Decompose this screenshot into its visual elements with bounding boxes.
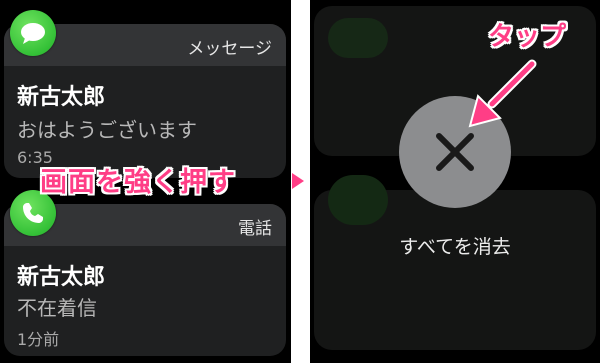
message-app-name: メッセージ [187,39,272,59]
phone-body: 不在着信 [17,296,97,320]
step-arrow-icon [292,173,304,189]
message-body: おはようございます [17,118,197,142]
message-bubble-icon [10,10,56,56]
tap-instruction: タップ [488,22,567,52]
message-sender: 新古太郎 [17,85,106,110]
phone-time: 1分前 [17,330,60,349]
phone-caller: 新古太郎 [17,265,106,290]
force-press-instruction: 画面を強く押す [40,167,236,198]
clear-all-screen: すべてを消去 タップ [310,0,600,363]
clear-all-label: すべてを消去 [399,236,511,258]
notification-center-screen: メッセージ 新古太郎 おはようございます 6:35 電話 新古太郎 不在着信 1… [0,0,291,363]
blurred-icon-background [328,175,388,225]
phone-app-name: 電話 [238,219,272,239]
